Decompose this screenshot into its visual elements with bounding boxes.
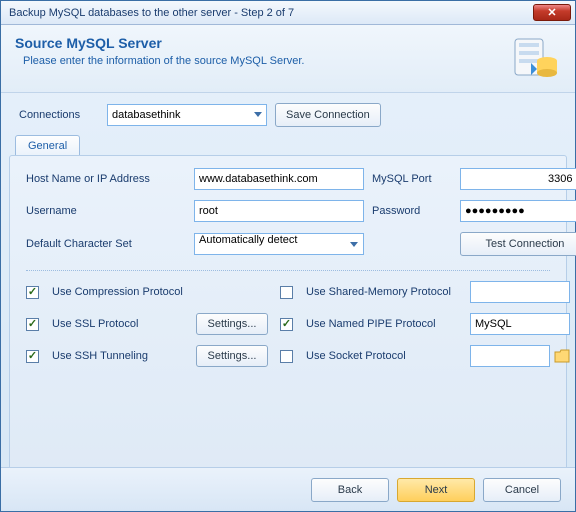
username-label: Username	[26, 205, 186, 217]
ssh-settings-button[interactable]: Settings...	[196, 345, 268, 367]
password-input[interactable]	[460, 200, 576, 222]
close-icon: ✕	[547, 6, 556, 19]
separator	[26, 270, 550, 271]
next-button[interactable]: Next	[397, 478, 475, 502]
cancel-button[interactable]: Cancel	[483, 478, 561, 502]
page-title: Source MySQL Server	[15, 35, 304, 51]
host-label: Host Name or IP Address	[26, 173, 186, 185]
titlebar: Backup MySQL databases to the other serv…	[1, 1, 575, 25]
socket-label: Use Socket Protocol	[306, 350, 466, 362]
general-panel: Host Name or IP Address MySQL Port ▲▼ Us…	[9, 155, 567, 473]
charset-label: Default Character Set	[26, 238, 186, 250]
named-pipe-checkbox[interactable]	[280, 318, 293, 331]
folder-icon[interactable]	[554, 349, 570, 363]
wizard-window: Backup MySQL databases to the other serv…	[0, 0, 576, 512]
tab-strip: General	[1, 135, 575, 156]
port-input[interactable]	[460, 168, 576, 190]
socket-input[interactable]	[470, 345, 550, 367]
port-label: MySQL Port	[372, 173, 452, 185]
named-pipe-label: Use Named PIPE Protocol	[306, 318, 466, 330]
wizard-footer: Back Next Cancel	[1, 467, 575, 511]
connections-label: Connections	[19, 109, 99, 121]
compression-label: Use Compression Protocol	[52, 286, 192, 298]
back-button[interactable]: Back	[311, 478, 389, 502]
ssh-checkbox[interactable]	[26, 350, 39, 363]
close-button[interactable]: ✕	[533, 4, 571, 21]
ssh-label: Use SSH Tunneling	[52, 350, 192, 362]
test-connection-button[interactable]: Test Connection	[460, 232, 576, 256]
header: Source MySQL Server Please enter the inf…	[1, 25, 575, 93]
page-subtitle: Please enter the information of the sour…	[23, 55, 304, 67]
connections-dropdown[interactable]: databasethink	[107, 104, 267, 126]
charset-value: Automatically detect	[199, 234, 297, 246]
shared-memory-checkbox[interactable]	[280, 286, 293, 299]
database-server-icon	[511, 33, 559, 81]
host-input[interactable]	[194, 168, 364, 190]
connections-row: Connections databasethink Save Connectio…	[1, 93, 575, 135]
shared-memory-label: Use Shared-Memory Protocol	[306, 286, 466, 298]
ssl-label: Use SSL Protocol	[52, 318, 192, 330]
ssl-settings-button[interactable]: Settings...	[196, 313, 268, 335]
compression-checkbox[interactable]	[26, 286, 39, 299]
tab-general[interactable]: General	[15, 135, 80, 156]
password-label: Password	[372, 205, 452, 217]
username-input[interactable]	[194, 200, 364, 222]
save-connection-button[interactable]: Save Connection	[275, 103, 381, 127]
named-pipe-input[interactable]	[470, 313, 570, 335]
socket-checkbox[interactable]	[280, 350, 293, 363]
connections-selected: databasethink	[112, 109, 181, 121]
window-title: Backup MySQL databases to the other serv…	[9, 7, 533, 19]
ssl-checkbox[interactable]	[26, 318, 39, 331]
charset-dropdown[interactable]: Automatically detect	[194, 233, 364, 255]
shared-memory-input[interactable]	[470, 281, 570, 303]
